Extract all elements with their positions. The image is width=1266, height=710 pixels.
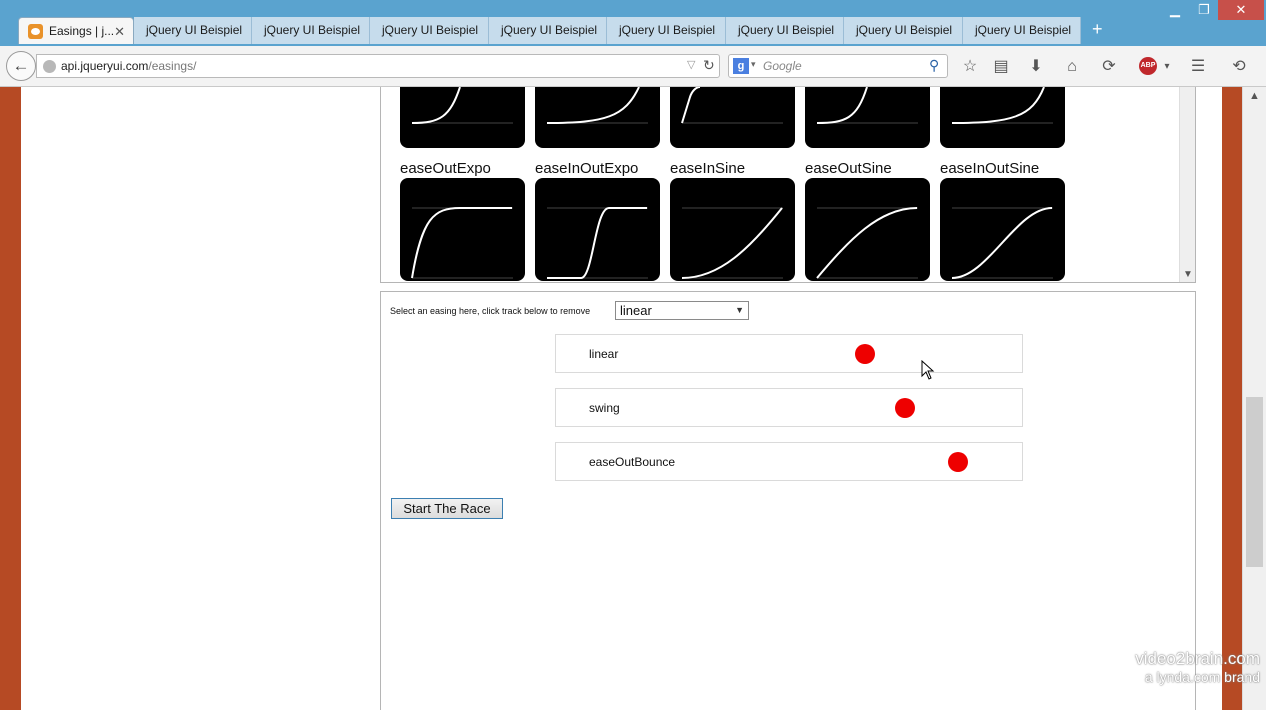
tab-jquery-ui-beispiel[interactable]: jQuery UI Beispiel <box>726 17 844 44</box>
track-label: easeOutBounce <box>589 455 676 469</box>
tab-jquery-ui-beispiel[interactable]: jQuery UI Beispiel <box>252 17 370 44</box>
search-input[interactable]: Google <box>763 59 802 73</box>
easing-curve <box>816 207 918 279</box>
easing-graph[interactable] <box>535 178 660 281</box>
tab-label: Easings | j... <box>49 24 115 38</box>
watermark-line: a lynda.com brand <box>1144 669 1260 685</box>
reading-list-icon[interactable]: ▤ <box>990 56 1012 78</box>
search-engine-dropdown-icon[interactable]: ▾ <box>751 59 756 70</box>
easing-curve <box>547 207 648 279</box>
history-dropdown-icon[interactable]: ▽ <box>687 58 695 71</box>
search-icon[interactable]: ⚲ <box>929 57 939 74</box>
arrow-left-icon: ← <box>12 56 30 75</box>
easing-curve <box>681 87 783 124</box>
easing-graph[interactable] <box>805 178 930 281</box>
close-window-icon[interactable]: ✕ <box>1218 0 1264 20</box>
tab-jquery-ui-beispiel[interactable]: jQuery UI Beispiel <box>607 17 726 44</box>
tab-jquery-ui-beispiel[interactable]: jQuery UI Beispiel <box>370 17 489 44</box>
tab-jquery-ui-beispiel[interactable]: jQuery UI Beispiel <box>844 17 963 44</box>
adblock-icon[interactable]: ABP <box>1139 57 1157 75</box>
race-track[interactable]: linear <box>555 334 1023 373</box>
easing-curve <box>951 87 1053 124</box>
star-icon[interactable]: ☆ <box>959 56 981 78</box>
race-ball <box>855 344 875 364</box>
chevron-down-icon: ▼ <box>735 305 744 315</box>
mouse-cursor-icon <box>921 360 935 380</box>
easing-graph[interactable] <box>805 87 930 148</box>
tab-jquery-ui-beispiel[interactable]: jQuery UI Beispiel <box>134 17 252 44</box>
tab-label: jQuery UI Beispiel <box>619 23 716 37</box>
search-bar[interactable]: g ▾ Google ⚲ <box>728 54 948 78</box>
easing-label: easeOutSine <box>805 160 892 177</box>
easing-graph[interactable] <box>535 87 660 148</box>
tab-label: jQuery UI Beispiel <box>856 23 953 37</box>
easing-graph[interactable] <box>670 87 795 148</box>
easing-select-value: linear <box>620 303 652 318</box>
download-icon[interactable]: ⬇ <box>1025 56 1047 78</box>
back-button[interactable]: ← <box>6 51 36 81</box>
menu-icon[interactable]: ☰ <box>1187 56 1209 78</box>
close-tab-icon[interactable]: ✕ <box>114 18 125 44</box>
easing-graph[interactable] <box>940 178 1065 281</box>
navigation-bar: api.jqueryui.com/easings/ ▽ ↻ ← g ▾ Goog… <box>0 46 1266 87</box>
start-race-button[interactable]: Start The Race <box>391 498 503 519</box>
easing-label: easeOutExpo <box>400 160 491 177</box>
reload-icon[interactable]: ↻ <box>703 57 715 74</box>
page-scrollbar[interactable]: ▲ <box>1242 87 1266 710</box>
select-easing-label: Select an easing here, click track below… <box>390 306 591 316</box>
gallery-scrollbar[interactable]: ▼ <box>1179 87 1195 282</box>
easing-graph[interactable] <box>400 87 525 148</box>
address-url[interactable]: api.jqueryui.com/easings/ <box>61 59 196 73</box>
adblock-dropdown-icon[interactable]: ▾ <box>1156 56 1178 78</box>
race-track[interactable]: swing <box>555 388 1023 427</box>
globe-icon <box>43 60 56 73</box>
scroll-up-icon[interactable]: ▲ <box>1243 87 1266 105</box>
track-label: linear <box>589 347 619 361</box>
easing-curve <box>411 87 513 124</box>
refresh-icon[interactable]: ⟲ <box>1228 56 1250 78</box>
easing-curve <box>951 207 1053 279</box>
address-bar[interactable]: api.jqueryui.com/easings/ ▽ ↻ <box>36 54 720 78</box>
race-track[interactable]: easeOutBounce <box>555 442 1023 481</box>
tab-easings[interactable]: Easings | j... ✕ <box>18 17 134 44</box>
track-label: swing <box>589 401 620 415</box>
home-icon[interactable]: ⌂ <box>1061 56 1083 78</box>
easing-curve <box>411 207 513 279</box>
easing-label: easeInSine <box>670 160 746 177</box>
race-ball <box>895 398 915 418</box>
page-border-right <box>1222 87 1242 710</box>
tab-label: jQuery UI Beispiel <box>975 23 1072 37</box>
minimize-window-icon[interactable]: ▁ <box>1160 0 1190 20</box>
tab-jquery-ui-beispiel[interactable]: jQuery UI Beispiel <box>489 17 607 44</box>
new-tab-button[interactable]: + <box>1092 19 1103 40</box>
scroll-down-icon[interactable]: ▼ <box>1180 269 1196 280</box>
easing-curve <box>681 207 783 279</box>
jquery-favicon-icon <box>28 24 43 39</box>
easing-label: easeInOutSine <box>940 160 1040 177</box>
page-border-left <box>0 87 21 710</box>
watermark-logo: video2brain.com a lynda.com brand <box>1110 650 1260 686</box>
easing-label: easeInOutExpo <box>535 160 639 177</box>
easing-graph[interactable] <box>670 178 795 281</box>
tab-jquery-ui-beispiel[interactable]: jQuery UI Beispiel <box>963 17 1081 44</box>
tab-bar: Easings | j... ✕ jQuery UI Beispiel jQue… <box>0 0 1266 46</box>
easing-curve <box>816 87 918 124</box>
tab-label: jQuery UI Beispiel <box>501 23 598 37</box>
tab-label: jQuery UI Beispiel <box>738 23 835 37</box>
easing-curve <box>546 87 648 124</box>
tab-label: jQuery UI Beispiel <box>382 23 479 37</box>
easing-select[interactable]: linear ▼ <box>615 301 749 320</box>
maximize-window-icon[interactable]: ❐ <box>1190 0 1218 20</box>
watermark-line: video2brain.com <box>1135 649 1260 668</box>
sync-icon[interactable]: ⟳ <box>1098 56 1120 78</box>
easing-graph[interactable] <box>400 178 525 281</box>
scrollbar-thumb[interactable] <box>1246 397 1263 567</box>
race-ball <box>948 452 968 472</box>
tab-label: jQuery UI Beispiel <box>146 23 243 37</box>
tab-label: jQuery UI Beispiel <box>264 23 361 37</box>
easing-graph[interactable] <box>940 87 1065 148</box>
google-icon[interactable]: g <box>733 58 749 74</box>
